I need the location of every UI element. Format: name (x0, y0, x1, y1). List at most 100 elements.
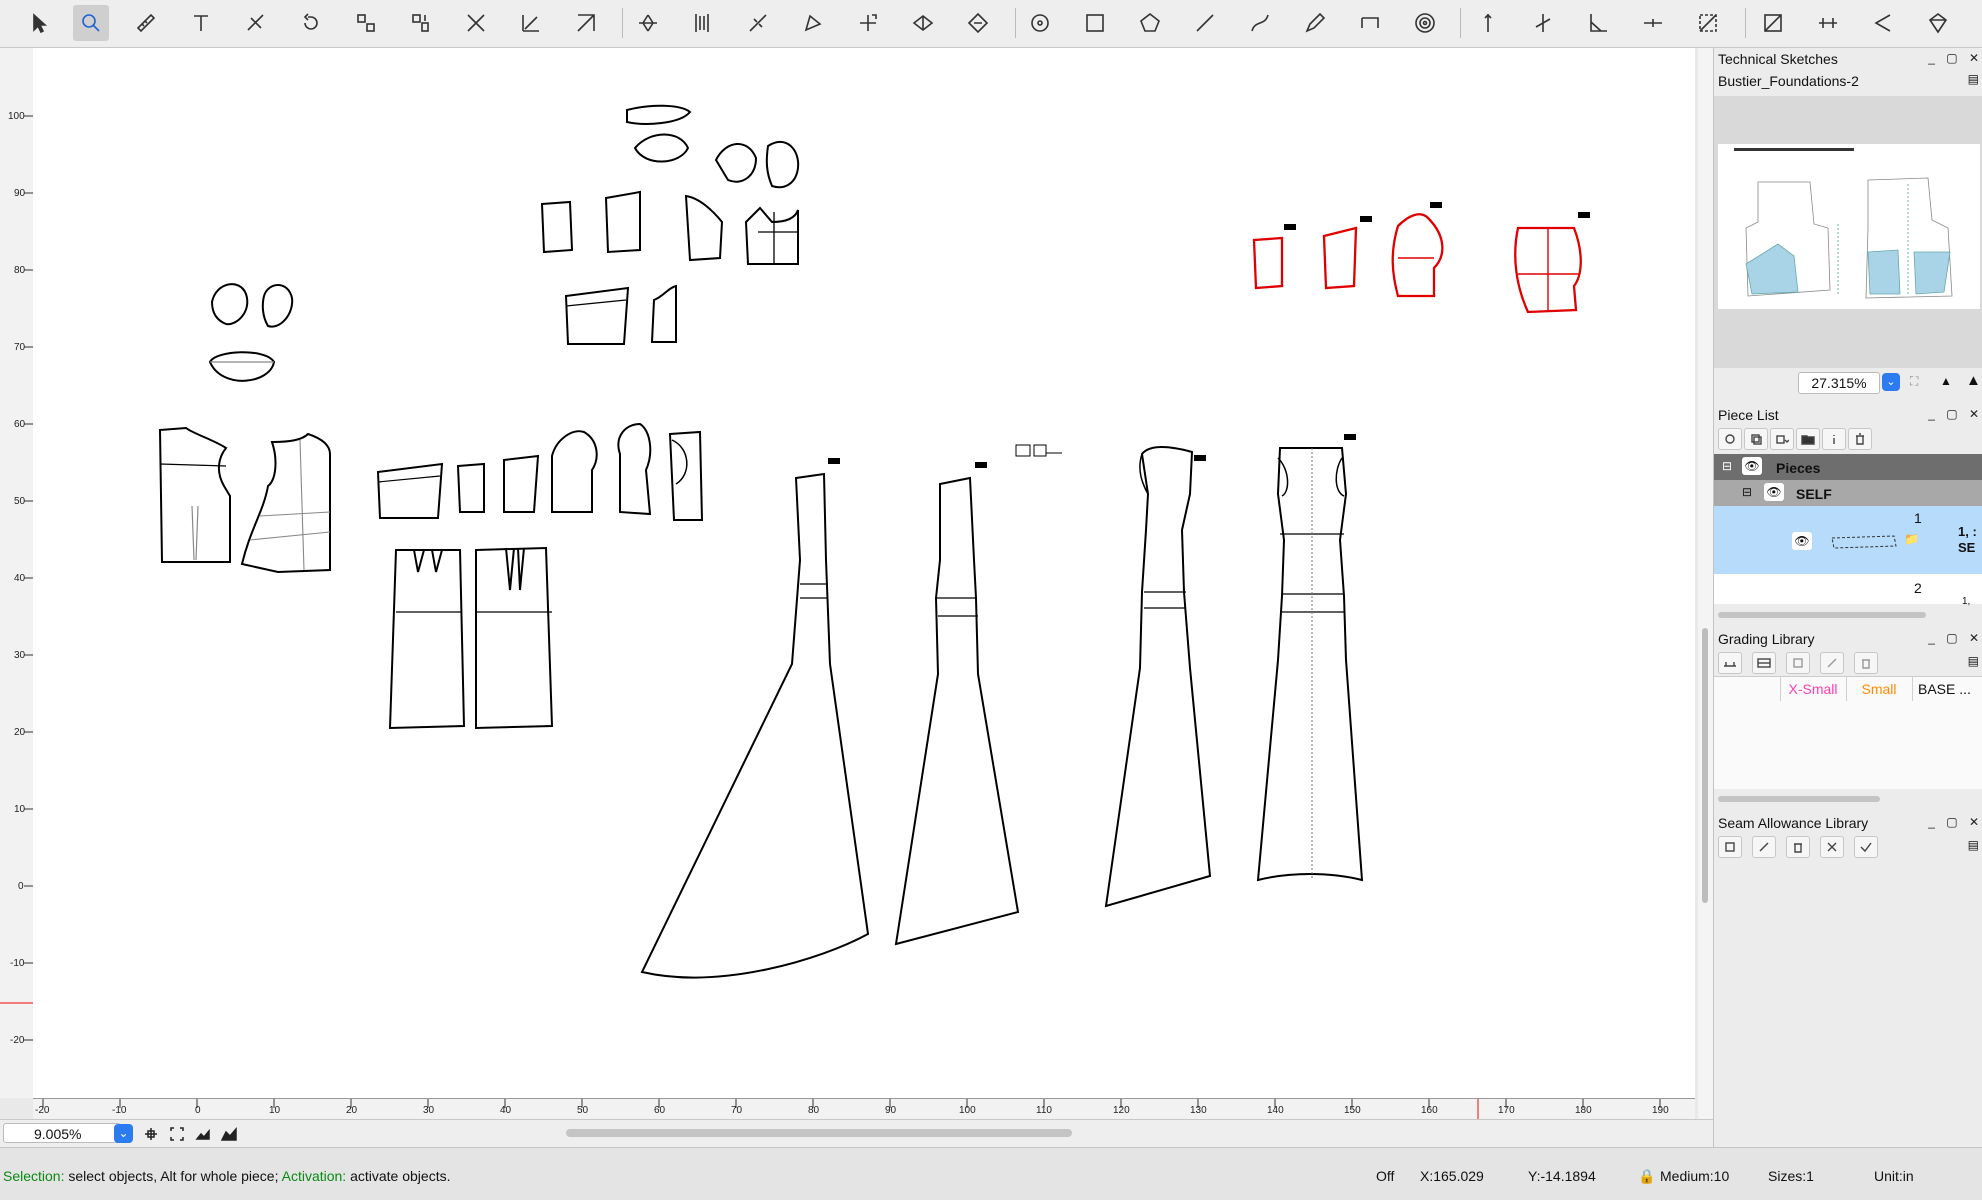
pattern-canvas[interactable] (33, 48, 1695, 1098)
slash-tool-icon[interactable] (238, 5, 274, 41)
canvas-bottom-bar: 9.005% ⌄ (0, 1119, 1713, 1148)
eye-icon[interactable]: 👁 (1742, 457, 1762, 475)
path-tool-icon[interactable] (1352, 5, 1388, 41)
piece-row-2[interactable]: 2 1, (1714, 574, 1982, 607)
diagonal-tool-icon[interactable] (568, 5, 604, 41)
zoom-dropdown-button[interactable]: ⌄ (114, 1124, 133, 1143)
pleat-tool-icon[interactable] (685, 5, 721, 41)
snap-status[interactable]: Off (1376, 1168, 1394, 1184)
seam-delete-icon[interactable] (1786, 836, 1810, 858)
tree-row-pieces[interactable]: ⊟ 👁 Pieces (1714, 454, 1982, 480)
angle-tool-icon[interactable] (1580, 5, 1616, 41)
grading-menu-icon[interactable]: ▤ (1968, 654, 1979, 668)
stretch-tool-icon[interactable] (1810, 5, 1846, 41)
polygon-tool-icon[interactable] (1132, 5, 1168, 41)
seam-allowance-header: Seam Allowance Library _ ▢ ✕ (1714, 812, 1982, 834)
line-tool-icon[interactable] (1187, 5, 1223, 41)
grade-size-base[interactable]: BASE ... (1912, 677, 1982, 701)
notch-cross-tool-icon[interactable] (1525, 5, 1561, 41)
sketch-view-large-icon[interactable]: ▲ (1966, 372, 1981, 389)
seam-remove-icon[interactable] (1820, 836, 1844, 858)
panel-window-controls[interactable]: _ ▢ ✕ (1928, 51, 1982, 65)
rectangle-tool-icon[interactable] (1077, 5, 1113, 41)
eye-icon[interactable]: 👁 (1764, 483, 1784, 501)
info-icon[interactable] (1822, 428, 1846, 450)
collapse-icon[interactable]: ⊟ (1742, 485, 1752, 499)
point-tool-icon[interactable] (1635, 5, 1671, 41)
grade-new-icon[interactable] (1786, 652, 1810, 674)
piece-list-scrollbar[interactable] (1718, 612, 1926, 618)
grading-scrollbar[interactable] (1718, 796, 1880, 802)
vruler-label: 10 (14, 804, 26, 815)
circle-tool-icon[interactable] (1022, 5, 1058, 41)
eye-icon[interactable]: 👁 (1792, 532, 1812, 550)
transform-tool-icon[interactable] (850, 5, 886, 41)
sketch-preview[interactable] (1714, 96, 1982, 368)
seam-new-icon[interactable] (1718, 836, 1742, 858)
spiral-tool-icon[interactable] (1407, 5, 1443, 41)
folder-icon[interactable] (1796, 428, 1820, 450)
gem-tool-icon[interactable] (1920, 5, 1956, 41)
selection-label: Selection: (3, 1168, 65, 1184)
copy-icon[interactable] (1744, 428, 1768, 450)
vruler-label: 80 (14, 265, 26, 276)
status-bar: Selection: select objects, Alt for whole… (0, 1147, 1982, 1200)
y-coordinate: Y:-14.1894 (1528, 1168, 1596, 1184)
notch-tool-icon[interactable] (1470, 5, 1506, 41)
panel-window-controls[interactable]: _ ▢ ✕ (1928, 631, 1982, 645)
sketch-file-name: Bustier_Foundations-2 (1718, 73, 1859, 89)
panel-window-controls[interactable]: _ ▢ ✕ (1928, 815, 1982, 829)
seam-tool-icon[interactable] (1755, 5, 1791, 41)
rotate-tool-icon[interactable] (293, 5, 329, 41)
flip-tool-icon[interactable] (403, 5, 439, 41)
mirror-tool-icon[interactable] (1865, 5, 1901, 41)
refresh-icon[interactable] (1718, 428, 1742, 450)
grade-edit-icon[interactable] (1820, 652, 1844, 674)
grade-size-small[interactable]: Small (1846, 677, 1913, 701)
grade-delete-icon[interactable] (1854, 652, 1878, 674)
vertical-scroll-thumb[interactable] (1702, 628, 1708, 903)
grade-table-icon[interactable] (1752, 652, 1776, 674)
grading-tool-icon[interactable] (1690, 5, 1726, 41)
tree-row-self[interactable]: ⊟ 👁 SELF (1714, 480, 1982, 506)
select-tool-icon[interactable] (20, 5, 56, 41)
text-tool-icon[interactable] (183, 5, 219, 41)
pen-tool-icon[interactable] (1297, 5, 1333, 41)
sketch-file-row[interactable]: Bustier_Foundations-2 ▤ (1714, 70, 1982, 92)
view-small-icon[interactable] (192, 1123, 214, 1145)
sketch-fit-icon[interactable]: ⛶ (1910, 374, 1918, 389)
sketch-zoom-input[interactable]: 27.315% (1798, 372, 1880, 394)
seam-apply-icon[interactable] (1854, 836, 1878, 858)
dart-tool-icon[interactable] (630, 5, 666, 41)
zoom-input[interactable]: 9.005% (3, 1123, 121, 1143)
curve-tool-icon[interactable] (1242, 5, 1278, 41)
swap-tool-icon[interactable] (348, 5, 384, 41)
canvas-vertical-scrollbar[interactable] (1698, 48, 1713, 1119)
measure-tool-icon[interactable] (128, 5, 164, 41)
axis-tool-icon[interactable] (513, 5, 549, 41)
view-large-icon[interactable] (218, 1123, 240, 1145)
piece-tool-icon[interactable] (795, 5, 831, 41)
horizontal-scroll-thumb[interactable] (566, 1129, 1072, 1137)
fold-tool-icon[interactable] (905, 5, 941, 41)
fit-page-icon[interactable] (166, 1123, 188, 1145)
grade-rule-icon[interactable] (1718, 652, 1742, 674)
grade-size-xsmall[interactable]: X-Small (1780, 677, 1847, 701)
trash-icon[interactable] (1848, 428, 1872, 450)
piece-row-1[interactable]: 1 👁 📁 1, : SE (1714, 506, 1982, 574)
sketch-view-small-icon[interactable]: ▲ (1940, 374, 1952, 388)
seam-menu-icon[interactable]: ▤ (1968, 838, 1979, 852)
seam-edit-icon[interactable] (1752, 836, 1776, 858)
split-tool-icon[interactable] (740, 5, 776, 41)
sketch-zoom-dropdown[interactable]: ⌄ (1882, 373, 1900, 391)
piece-folder-icon[interactable]: 📁 (1904, 532, 1919, 546)
sketch-menu-icon[interactable]: ▤ (1968, 72, 1979, 86)
collapse-icon[interactable]: ⊟ (1722, 459, 1732, 473)
panel-window-controls[interactable]: _ ▢ ✕ (1928, 407, 1982, 421)
move-tool-icon[interactable] (960, 5, 996, 41)
red-pattern-group (1252, 213, 1582, 314)
cross-tool-icon[interactable] (458, 5, 494, 41)
fit-selection-icon[interactable] (140, 1123, 162, 1145)
zoom-tool-icon[interactable] (73, 5, 109, 41)
duplicate-menu-icon[interactable] (1770, 428, 1794, 450)
